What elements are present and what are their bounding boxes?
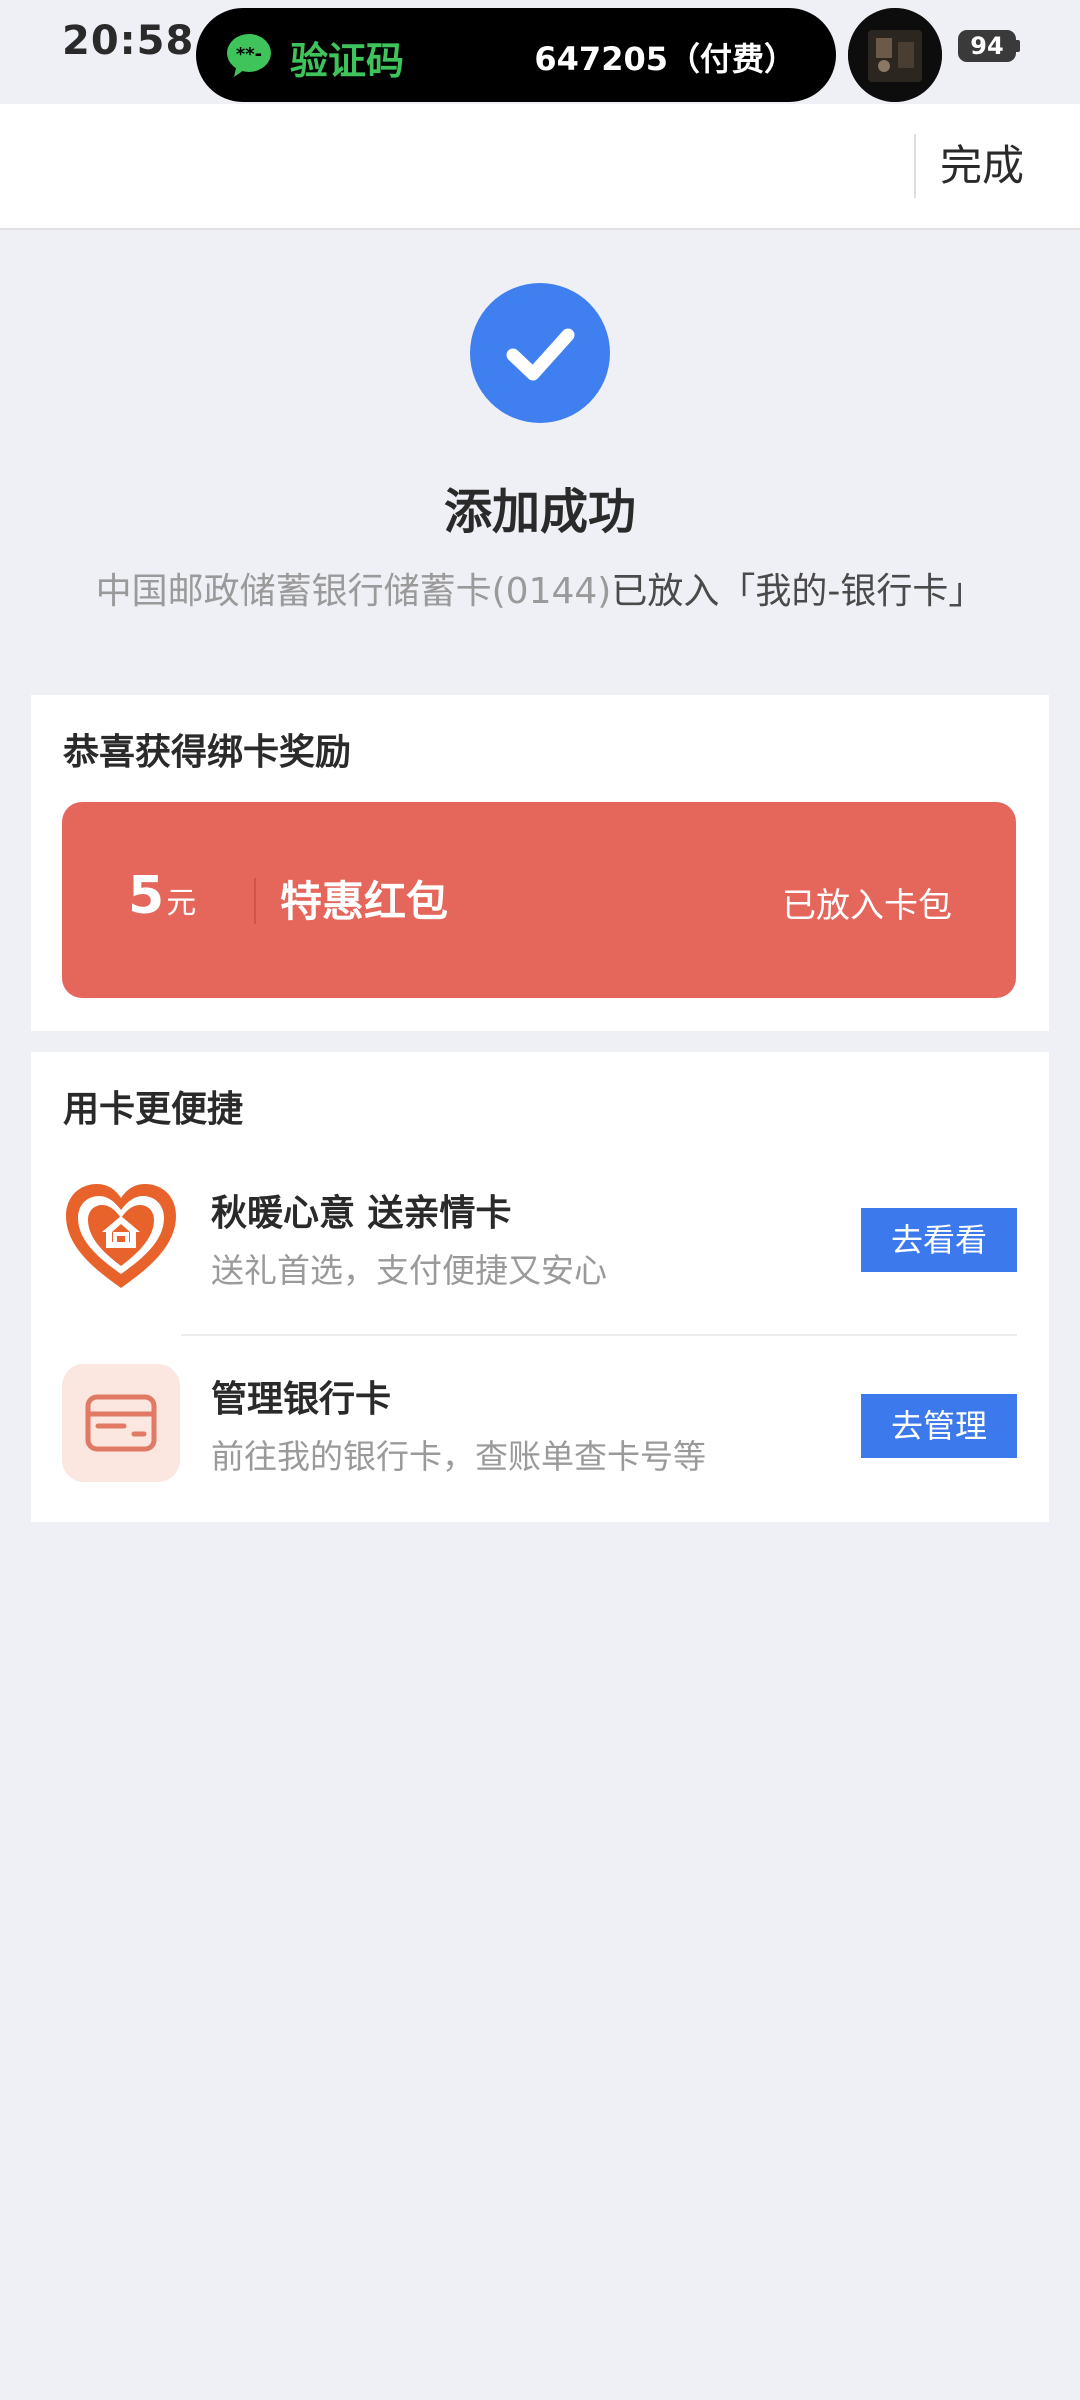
status-time: 20:58	[62, 18, 195, 64]
list-item-family-card[interactable]: 秋暖心意 送亲情卡 送礼首选，支付便捷又安心 去看看	[31, 1148, 1049, 1336]
shortcut-title: 管理银行卡	[211, 1379, 392, 1420]
shortcuts-section-title: 用卡更便捷	[63, 1089, 244, 1130]
list-item-manage-cards[interactable]: 管理银行卡 前往我的银行卡，查账单查卡号等 去管理	[31, 1334, 1049, 1522]
reward-section-title: 恭喜获得绑卡奖励	[63, 732, 352, 773]
status-bar: 20:58 **- 验证码 647205（付费） 94	[0, 0, 1080, 104]
coupon-divider	[254, 878, 256, 924]
coupon-amount: 5元	[128, 866, 196, 926]
shortcut-subtitle: 送礼首选，支付便捷又安心	[211, 1251, 607, 1290]
shortcut-subtitle: 前往我的银行卡，查账单查卡号等	[211, 1437, 706, 1476]
success-description: 中国邮政储蓄银行储蓄卡(0144)已放入「我的-银行卡」	[0, 562, 1080, 614]
bank-card-icon	[62, 1364, 180, 1482]
coupon-status: 已放入卡包	[782, 886, 952, 926]
go-manage-button[interactable]: 去管理	[861, 1394, 1017, 1458]
card-destination: 已放入「我的-银行卡」	[611, 571, 985, 612]
success-check-icon	[470, 283, 610, 423]
red-packet-coupon[interactable]: 5元 特惠红包 已放入卡包	[62, 802, 1016, 998]
notification-code: 647205（付费）	[534, 40, 796, 78]
header-divider	[914, 134, 916, 198]
wechat-icon: **-	[224, 30, 274, 80]
coupon-name: 特惠红包	[280, 877, 449, 926]
reward-card: 恭喜获得绑卡奖励 5元 特惠红包 已放入卡包	[31, 695, 1049, 1031]
battery-tip	[1016, 40, 1020, 52]
avatar[interactable]	[848, 8, 942, 102]
top-bar: 完成	[0, 104, 1080, 230]
coupon-unit: 元	[166, 886, 197, 921]
notification-title: 验证码	[290, 39, 405, 83]
success-title: 添加成功	[443, 484, 636, 540]
heart-home-icon	[62, 1178, 180, 1296]
shortcuts-card: 用卡更便捷 秋暖心意 送亲情卡 送礼首选，支付便捷又安心 去看看 管理银行卡 前…	[31, 1052, 1049, 1522]
notification-pill[interactable]: **- 验证码 647205（付费）	[196, 8, 836, 102]
done-button[interactable]: 完成	[940, 104, 1080, 228]
battery-indicator: 94	[958, 30, 1016, 62]
bank-card-name: 中国邮政储蓄银行储蓄卡(0144)	[95, 571, 612, 612]
coupon-amount-value: 5	[128, 866, 165, 926]
shortcut-title: 秋暖心意 送亲情卡	[211, 1193, 512, 1234]
svg-text:**-: **-	[236, 44, 262, 65]
go-look-button[interactable]: 去看看	[861, 1208, 1017, 1272]
